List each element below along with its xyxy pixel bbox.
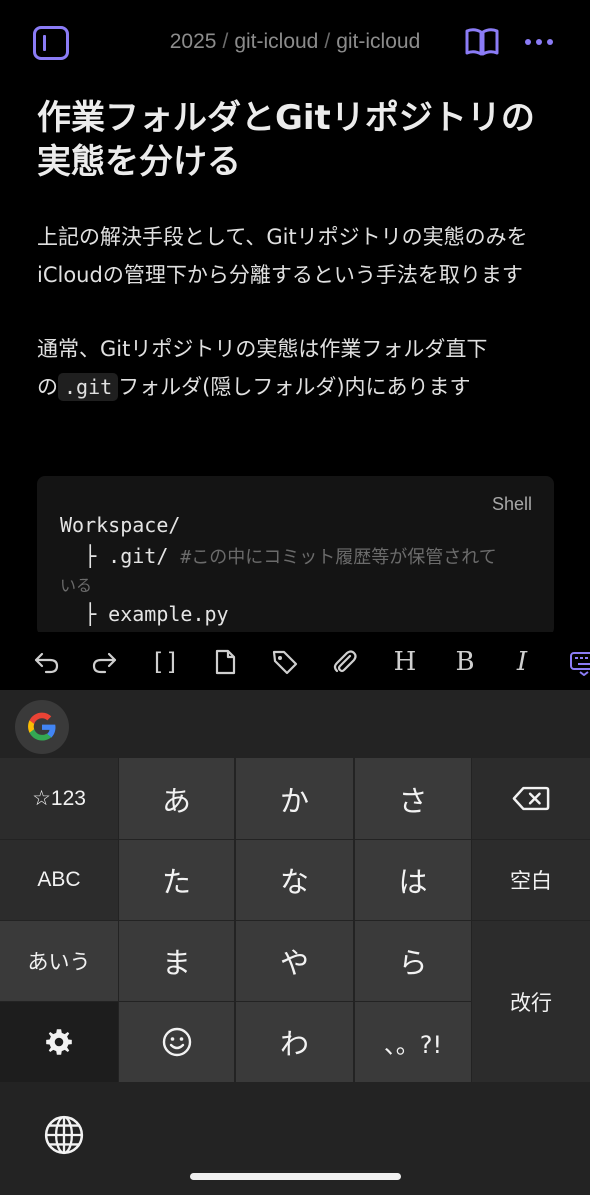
breadcrumb-item[interactable]: git-icloud (336, 30, 420, 53)
symbols-key[interactable]: ☆123 (0, 758, 118, 839)
code-line: Workspace/ (60, 513, 181, 537)
keyboard-icon[interactable] (567, 646, 590, 678)
key-ya[interactable]: や (236, 921, 353, 1001)
top-bar: 2025/git-icloud / git-icloud (0, 0, 590, 88)
key-sa[interactable]: さ (355, 758, 471, 839)
file-icon[interactable] (209, 646, 241, 678)
key-na[interactable]: な (236, 840, 353, 920)
emoji-key[interactable] (119, 1002, 234, 1082)
language-switch-key[interactable] (30, 1108, 98, 1162)
key-wa[interactable]: わ (236, 1002, 353, 1082)
key-a[interactable]: あ (119, 758, 234, 839)
code-line: ├ .git/ #この中にコミット履歴等が保管されて (60, 541, 497, 573)
heading-icon[interactable]: H (389, 646, 421, 678)
more-options-icon[interactable] (523, 32, 555, 52)
brackets-icon[interactable]: [] (149, 646, 181, 678)
page-title: 作業フォルダとGitリポジトリの実態を分ける (37, 98, 535, 182)
paragraph: 通常、Gitリポジトリの実態は作業フォルダ直下の .git フォルダ(隠しフォルダ)… (37, 330, 557, 406)
key-ma[interactable]: ま (119, 921, 234, 1001)
breadcrumb-separator: / (324, 30, 331, 53)
inline-code: .git (58, 373, 119, 401)
backspace-icon (512, 786, 550, 811)
key-ra[interactable]: ら (355, 921, 471, 1001)
italic-icon[interactable]: I (506, 646, 538, 678)
breadcrumb-separator: / (222, 30, 229, 53)
document-body[interactable]: 作業フォルダとGitリポジトリの実態を分ける 上記の解決手段として、Gitリポジ… (37, 96, 557, 406)
paragraph: 上記の解決手段として、Gitリポジトリの実態のみをiCloudの管理下から分離す… (37, 225, 528, 287)
tag-icon[interactable] (269, 646, 301, 678)
space-key[interactable]: 空白 (472, 840, 590, 920)
code-text: ├ .git/ (60, 544, 181, 568)
code-content: Workspace/ ├ .git/ #この中にコミット履歴等が保管されて いる… (60, 510, 497, 630)
kana-key[interactable]: あいう (0, 921, 118, 1001)
code-language-label: Shell (491, 494, 532, 514)
undo-icon[interactable] (30, 646, 62, 678)
breadcrumb-item[interactable]: git-icloud (234, 30, 318, 53)
gear-icon (46, 1029, 72, 1055)
globe-icon (44, 1115, 84, 1155)
key-ha[interactable]: は (355, 840, 471, 920)
settings-key[interactable] (0, 1002, 118, 1082)
code-block[interactable]: Shell Workspace/ ├ .git/ #この中にコミット履歴等が保管… (37, 476, 554, 636)
enter-key[interactable]: 改行 (472, 921, 590, 1082)
code-comment: #この中にコミット履歴等が保管されて (180, 547, 497, 568)
reading-mode-icon[interactable] (463, 26, 501, 60)
breadcrumb: 2025/git-icloud / git-icloud (0, 30, 590, 54)
breadcrumb-item[interactable]: 2025 (170, 30, 217, 53)
redo-icon[interactable] (89, 646, 121, 678)
smiley-icon (162, 1027, 191, 1057)
bold-icon[interactable]: B (449, 646, 481, 678)
code-line: ├ example.py (60, 602, 229, 626)
home-indicator[interactable] (190, 1173, 401, 1180)
backspace-key[interactable] (472, 758, 590, 839)
paragraph-text: フォルダ(隠しフォルダ)内にあります (118, 375, 471, 399)
editor-toolbar: [] H B I (0, 632, 590, 690)
abc-key[interactable]: ABC (0, 840, 118, 920)
google-logo-icon[interactable] (15, 700, 69, 754)
attachment-icon[interactable] (328, 646, 360, 678)
punctuation-key[interactable]: 、。?! (355, 1002, 471, 1082)
key-ka[interactable]: か (236, 758, 353, 839)
code-line-wrap: いる (60, 576, 93, 595)
key-ta[interactable]: た (119, 840, 234, 920)
